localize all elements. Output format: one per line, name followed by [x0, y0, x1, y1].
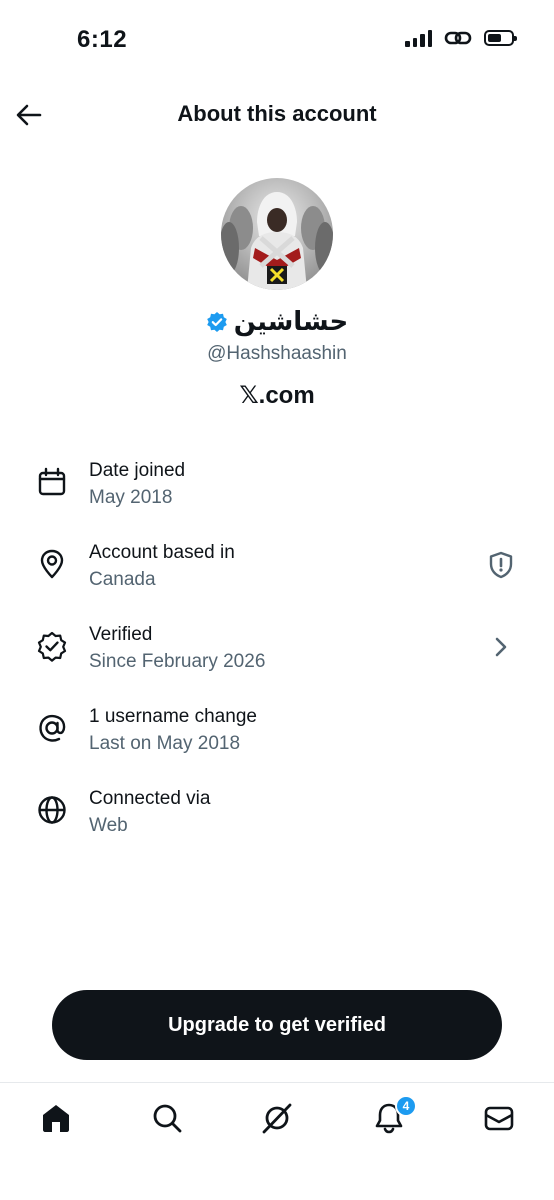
- info-row-username-change: 1 username change Last on May 2018: [0, 696, 554, 778]
- profile-section: حشاشين @Hashshaashin 𝕏.com: [0, 178, 554, 410]
- info-row-account-based-in: Account based in Canada: [0, 532, 554, 614]
- avatar[interactable]: [221, 178, 333, 290]
- grok-icon[interactable]: [260, 1101, 294, 1135]
- status-icons: [405, 28, 517, 48]
- status-time: 6:12: [77, 26, 128, 53]
- account-info-list: Date joined May 2018 Account based in Ca…: [0, 450, 554, 860]
- header: About this account: [0, 88, 554, 144]
- info-label: Verified: [89, 624, 153, 645]
- info-label: Connected via: [89, 788, 211, 809]
- display-name-row: حشاشين: [0, 306, 554, 337]
- location-pin-icon: [40, 549, 64, 579]
- messages-envelope-icon[interactable]: [482, 1101, 516, 1135]
- battery-icon: [484, 30, 517, 46]
- globe-icon: [38, 796, 66, 824]
- avatar-image: [221, 192, 333, 290]
- verified-badge-icon: [37, 631, 67, 662]
- upgrade-to-get-verified-button[interactable]: Upgrade to get verified: [52, 990, 502, 1060]
- info-value: Since February 2026: [89, 651, 266, 672]
- info-value: Last on May 2018: [89, 733, 241, 754]
- page-title: About this account: [177, 101, 377, 126]
- cellular-signal-icon: [405, 29, 432, 47]
- notifications-count-badge: 4: [395, 1095, 417, 1117]
- info-value: Web: [89, 815, 128, 836]
- search-icon[interactable]: [150, 1101, 184, 1135]
- info-label: Account based in: [89, 542, 235, 563]
- home-icon[interactable]: [39, 1101, 73, 1135]
- info-value: Canada: [89, 569, 156, 590]
- handle: @Hashshaashin: [207, 343, 347, 364]
- status-bar: 6:12: [0, 0, 554, 80]
- calendar-icon: [38, 467, 66, 496]
- at-sign-icon: [39, 714, 66, 742]
- link-icon: [444, 31, 472, 45]
- info-label: 1 username change: [89, 706, 257, 727]
- bottom-tab-bar: 4: [0, 1082, 554, 1200]
- chevron-right-icon[interactable]: [486, 632, 516, 662]
- info-row-verified[interactable]: Verified Since February 2026: [0, 614, 554, 696]
- info-value: May 2018: [89, 487, 173, 508]
- shield-alert-icon[interactable]: [486, 550, 516, 580]
- site-label: 𝕏.com: [239, 382, 315, 409]
- info-row-connected-via: Connected via Web: [0, 778, 554, 860]
- info-label: Date joined: [89, 460, 186, 481]
- info-row-date-joined: Date joined May 2018: [0, 450, 554, 532]
- verified-badge-icon: [206, 311, 227, 332]
- display-name: حشاشين: [233, 306, 349, 336]
